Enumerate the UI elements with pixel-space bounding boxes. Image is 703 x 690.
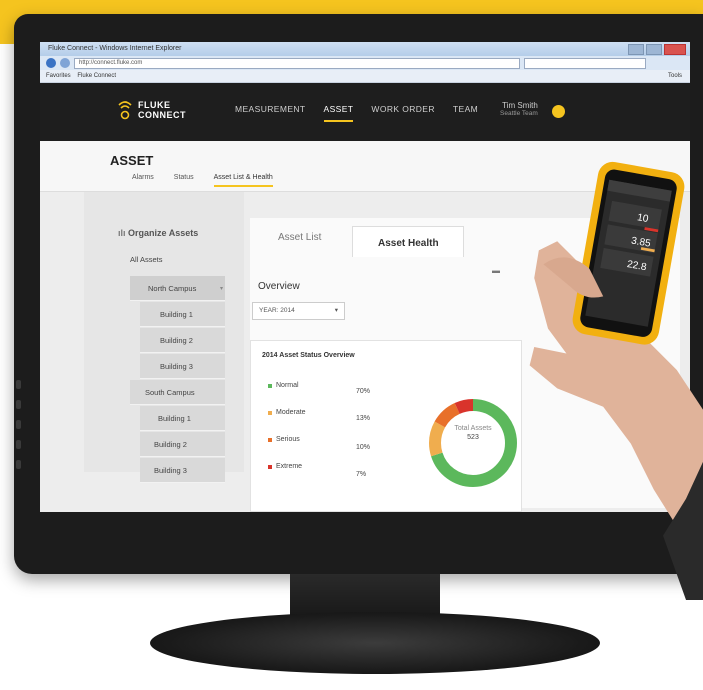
legend-normal: Normal [268, 382, 299, 389]
organize-assets-label: Organize Assets [128, 228, 199, 238]
user-name: Tim Smith [502, 101, 538, 110]
brand-line-2: CONNECT [138, 110, 186, 120]
tab-alarms[interactable]: Alarms [132, 174, 154, 187]
chevron-down-icon: ▾ [334, 307, 338, 314]
forward-icon[interactable] [60, 58, 70, 68]
user-avatar-icon[interactable] [552, 105, 565, 118]
legend-moderate: Moderate [268, 409, 306, 416]
browser-title-bar: Fluke Connect - Windows Internet Explore… [40, 42, 690, 56]
tree-item-building-2: Building 2 [160, 336, 193, 345]
serious-swatch-icon [268, 437, 272, 442]
year-select[interactable]: YEAR: 2014 ▾ [252, 302, 345, 320]
browser-title: Fluke Connect - Windows Internet Explore… [48, 45, 182, 52]
legend-moderate-label: Moderate [276, 409, 306, 416]
tree-item-south-building-3: Building 3 [154, 466, 187, 475]
maximize-button[interactable] [646, 44, 662, 55]
tree-item-building-1: Building 1 [160, 310, 193, 319]
legend-extreme: Extreme [268, 463, 302, 470]
nav-measurement[interactable]: MEASUREMENT [235, 104, 306, 122]
moderate-swatch-icon [268, 410, 272, 415]
tree-item-north-campus: North Campus [148, 284, 197, 293]
tree-item-south-campus: South Campus [145, 388, 195, 397]
nav-work-order[interactable]: WORK ORDER [371, 104, 435, 122]
tab-asset-list-health[interactable]: Asset List & Health [213, 174, 273, 187]
close-button[interactable] [664, 44, 686, 55]
tree-item-south-building-1: Building 1 [158, 414, 191, 423]
tab-status[interactable]: Status [174, 174, 194, 187]
legend-serious-pct: 10% [356, 444, 371, 451]
browser-tab[interactable]: Fluke Connect [77, 73, 116, 79]
back-icon[interactable] [46, 58, 56, 68]
hand-holding-phone: 10 3.85 22.8 [529, 161, 703, 600]
monitor-buttons [14, 380, 22, 490]
brand-logo[interactable]: FLUKE CONNECT [118, 99, 186, 121]
normal-swatch-icon [268, 383, 272, 388]
sub-tabs: Alarms Status Asset List & Health [132, 174, 273, 187]
tab-asset-health: Asset Health [378, 238, 439, 249]
page-title: ASSET [110, 153, 154, 168]
favorites-bar: Favorites Fluke Connect Tools [40, 70, 690, 83]
phone-reading-1: 10 [636, 212, 649, 225]
status-card-title: 2014 Asset Status Overview [262, 352, 355, 359]
window-controls [628, 44, 686, 55]
extreme-swatch-icon [268, 464, 272, 469]
user-info[interactable]: Tim Smith Seattle Team [500, 101, 538, 117]
legend-extreme-label: Extreme [276, 463, 303, 470]
organize-assets-title: ılı Organize Assets [118, 228, 198, 238]
url-field[interactable]: http://connect.fluke.com [74, 57, 520, 69]
chart-bars-icon: ılı [118, 228, 126, 238]
legend-normal-label: Normal [276, 382, 299, 389]
user-team: Seattle Team [500, 110, 538, 117]
overview-label: Overview [258, 281, 300, 292]
year-select-value: YEAR: 2014 [259, 307, 295, 314]
browser-search-input[interactable] [524, 57, 646, 69]
nav-team[interactable]: TEAM [453, 104, 478, 122]
chevron-down-icon[interactable]: ▾ [220, 285, 223, 292]
tab-asset-list[interactable]: Asset List [278, 232, 321, 243]
minimize-button[interactable] [628, 44, 644, 55]
brand-text: FLUKE CONNECT [138, 100, 186, 120]
monitor-stand-base [150, 612, 600, 674]
address-bar: http://connect.fluke.com [40, 56, 690, 70]
legend-extreme-pct: 7% [356, 471, 367, 478]
wifi-icon [118, 99, 132, 121]
main-nav: MEASUREMENT ASSET WORK ORDER TEAM [235, 104, 478, 122]
legend-normal-pct: 70% [356, 388, 371, 395]
legend-serious: Serious [268, 436, 300, 443]
tree-item-south-building-2: Building 2 [154, 440, 187, 449]
brand-line-1: FLUKE [138, 100, 171, 110]
tree-item-all-assets[interactable]: All Assets [130, 255, 163, 264]
legend-serious-label: Serious [276, 436, 300, 443]
tree-item-building-3: Building 3 [160, 362, 193, 371]
app-header: FLUKE CONNECT MEASUREMENT ASSET WORK ORD… [40, 83, 690, 141]
legend-moderate-pct: 13% [356, 415, 371, 422]
favorites-button[interactable]: Favorites [46, 73, 71, 79]
nav-asset[interactable]: ASSET [323, 104, 354, 122]
tools-menu[interactable]: Tools [668, 70, 682, 82]
